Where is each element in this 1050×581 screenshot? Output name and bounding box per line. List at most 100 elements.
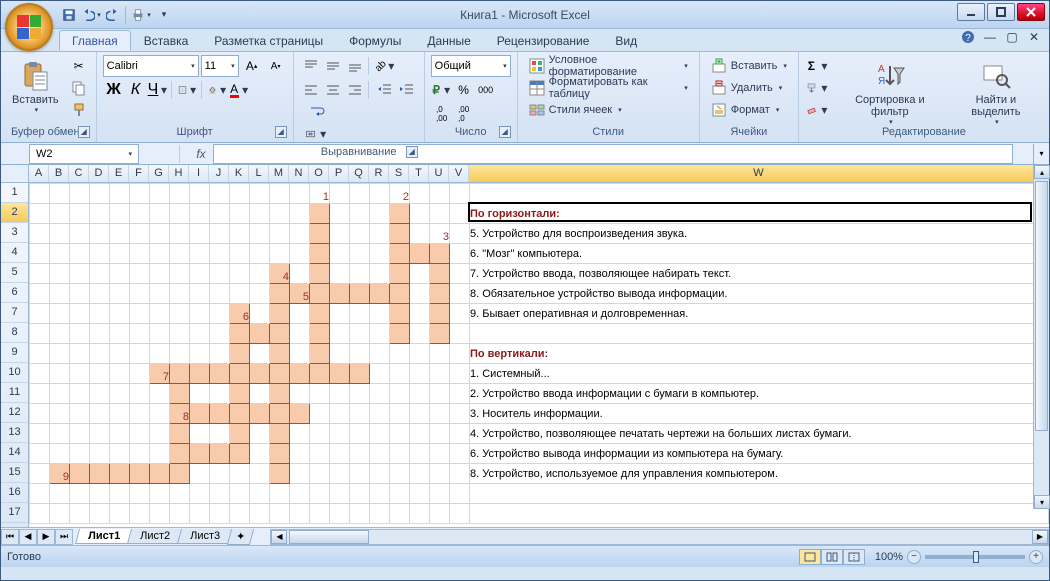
cell-U1[interactable] <box>430 184 450 204</box>
tab-home[interactable]: Главная <box>59 30 131 51</box>
cell-M1[interactable] <box>270 184 290 204</box>
vertical-scrollbar[interactable]: ▴ ▾ <box>1033 165 1049 509</box>
align-top[interactable] <box>300 55 322 77</box>
orientation-button[interactable]: ab▾ <box>374 55 396 77</box>
cell-R7[interactable] <box>370 304 390 324</box>
cell-R17[interactable] <box>370 504 390 524</box>
cell-I5[interactable] <box>190 264 210 284</box>
cell-I1[interactable] <box>190 184 210 204</box>
cell-B4[interactable] <box>50 244 70 264</box>
cell-S6[interactable] <box>390 284 410 304</box>
cell-O2[interactable] <box>310 204 330 224</box>
cell-R1[interactable] <box>370 184 390 204</box>
dialog-launcher[interactable]: ◢ <box>275 126 287 138</box>
cell-S8[interactable] <box>390 324 410 344</box>
cell-D15[interactable] <box>90 464 110 484</box>
row-header-16[interactable]: 16 <box>1 483 28 503</box>
cell-Q17[interactable] <box>350 504 370 524</box>
column-headers[interactable]: ABCDEFGHIJKLMNOPQRSTUVW <box>29 165 1049 183</box>
cell-Q5[interactable] <box>350 264 370 284</box>
cell-L4[interactable] <box>250 244 270 264</box>
cell-I6[interactable] <box>190 284 210 304</box>
cell-G5[interactable] <box>150 264 170 284</box>
find-select-button[interactable]: Найти и выделить▾ <box>949 55 1043 121</box>
row-header-10[interactable]: 10 <box>1 363 28 383</box>
cell-P11[interactable] <box>330 384 350 404</box>
cell-B16[interactable] <box>50 484 70 504</box>
cell-P5[interactable] <box>330 264 350 284</box>
cell-J6[interactable] <box>210 284 230 304</box>
scroll-up-button[interactable]: ▴ <box>1034 165 1050 179</box>
cell-F8[interactable] <box>130 324 150 344</box>
insert-function-button[interactable]: fx <box>189 147 213 161</box>
cell-H2[interactable] <box>170 204 190 224</box>
cell-T15[interactable] <box>410 464 430 484</box>
cell-T12[interactable] <box>410 404 430 424</box>
scroll-right-button[interactable]: ▶ <box>1032 530 1048 544</box>
col-header-D[interactable]: D <box>89 165 109 182</box>
cell-Q4[interactable] <box>350 244 370 264</box>
cell-N14[interactable] <box>290 444 310 464</box>
cell-L8[interactable] <box>250 324 270 344</box>
cell-J2[interactable] <box>210 204 230 224</box>
cell-U11[interactable] <box>430 384 450 404</box>
cell-I17[interactable] <box>190 504 210 524</box>
indent-button[interactable] <box>396 79 418 101</box>
cell-O1[interactable]: 1 <box>310 184 330 204</box>
format-as-table-button[interactable]: Форматировать как таблицу▾ <box>524 77 693 99</box>
cell-G16[interactable] <box>150 484 170 504</box>
cell-A9[interactable] <box>30 344 50 364</box>
percent-button[interactable]: % <box>453 79 475 101</box>
cell-D4[interactable] <box>90 244 110 264</box>
cell-K4[interactable] <box>230 244 250 264</box>
cell-U3[interactable]: 3 <box>430 224 450 244</box>
cell-P16[interactable] <box>330 484 350 504</box>
cell-G14[interactable] <box>150 444 170 464</box>
cell-K7[interactable]: 6 <box>230 304 250 324</box>
cell-U10[interactable] <box>430 364 450 384</box>
outdent-button[interactable] <box>374 79 396 101</box>
insert-cells-button[interactable]: Вставить▾ <box>706 55 792 77</box>
cell-U16[interactable] <box>430 484 450 504</box>
cell-E5[interactable] <box>110 264 130 284</box>
cell-F1[interactable] <box>130 184 150 204</box>
maximize-button[interactable] <box>987 3 1015 21</box>
tab-formulas[interactable]: Формулы <box>336 30 414 51</box>
col-header-C[interactable]: C <box>69 165 89 182</box>
row-header-8[interactable]: 8 <box>1 323 28 343</box>
cell-R5[interactable] <box>370 264 390 284</box>
cell-C9[interactable] <box>70 344 90 364</box>
cell-M8[interactable] <box>270 324 290 344</box>
cell-J16[interactable] <box>210 484 230 504</box>
col-header-A[interactable]: A <box>29 165 49 182</box>
cell-J5[interactable] <box>210 264 230 284</box>
cell-T1[interactable] <box>410 184 430 204</box>
cell-D6[interactable] <box>90 284 110 304</box>
cell-B9[interactable] <box>50 344 70 364</box>
row-header-2[interactable]: 2 <box>1 203 28 223</box>
cell-V1[interactable] <box>450 184 470 204</box>
cell-Q10[interactable] <box>350 364 370 384</box>
cell-I13[interactable] <box>190 424 210 444</box>
cell-Q7[interactable] <box>350 304 370 324</box>
cell-E3[interactable] <box>110 224 130 244</box>
cell-K13[interactable] <box>230 424 250 444</box>
cell-R9[interactable] <box>370 344 390 364</box>
cell-P17[interactable] <box>330 504 350 524</box>
cell-W6[interactable]: 8. Обязательное устройство вывода информ… <box>470 284 1049 304</box>
zoom-out-button[interactable]: − <box>907 550 921 564</box>
cell-P9[interactable] <box>330 344 350 364</box>
cell-G17[interactable] <box>150 504 170 524</box>
wrap-text-button[interactable] <box>304 101 330 123</box>
cell-V13[interactable] <box>450 424 470 444</box>
cell-P15[interactable] <box>330 464 350 484</box>
cell-R10[interactable] <box>370 364 390 384</box>
cell-E13[interactable] <box>110 424 130 444</box>
cell-O8[interactable] <box>310 324 330 344</box>
cell-T9[interactable] <box>410 344 430 364</box>
cell-H4[interactable] <box>170 244 190 264</box>
clear-button[interactable]: ▾ <box>805 99 831 121</box>
cell-C17[interactable] <box>70 504 90 524</box>
cell-L7[interactable] <box>250 304 270 324</box>
col-header-V[interactable]: V <box>449 165 469 182</box>
